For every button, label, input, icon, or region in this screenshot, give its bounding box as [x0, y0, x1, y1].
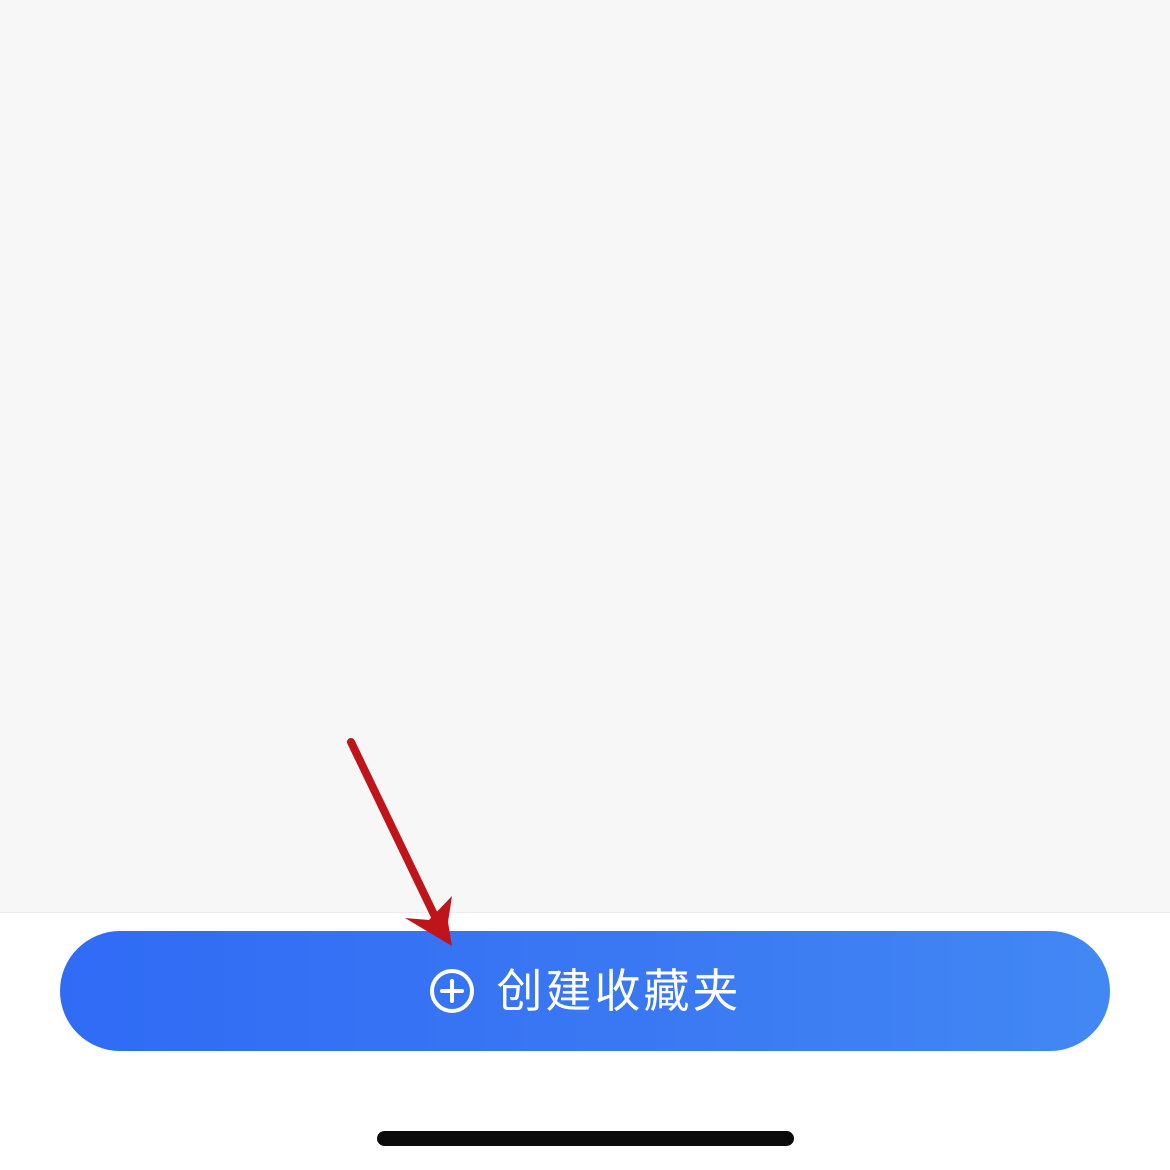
- home-indicator[interactable]: [377, 1131, 794, 1146]
- favorites-content-area: [0, 0, 1170, 912]
- screen: 创建收藏夹: [0, 0, 1170, 1170]
- plus-circle-icon: [429, 968, 475, 1014]
- create-folder-button[interactable]: 创建收藏夹: [60, 931, 1110, 1051]
- create-folder-label: 创建收藏夹: [496, 965, 742, 1017]
